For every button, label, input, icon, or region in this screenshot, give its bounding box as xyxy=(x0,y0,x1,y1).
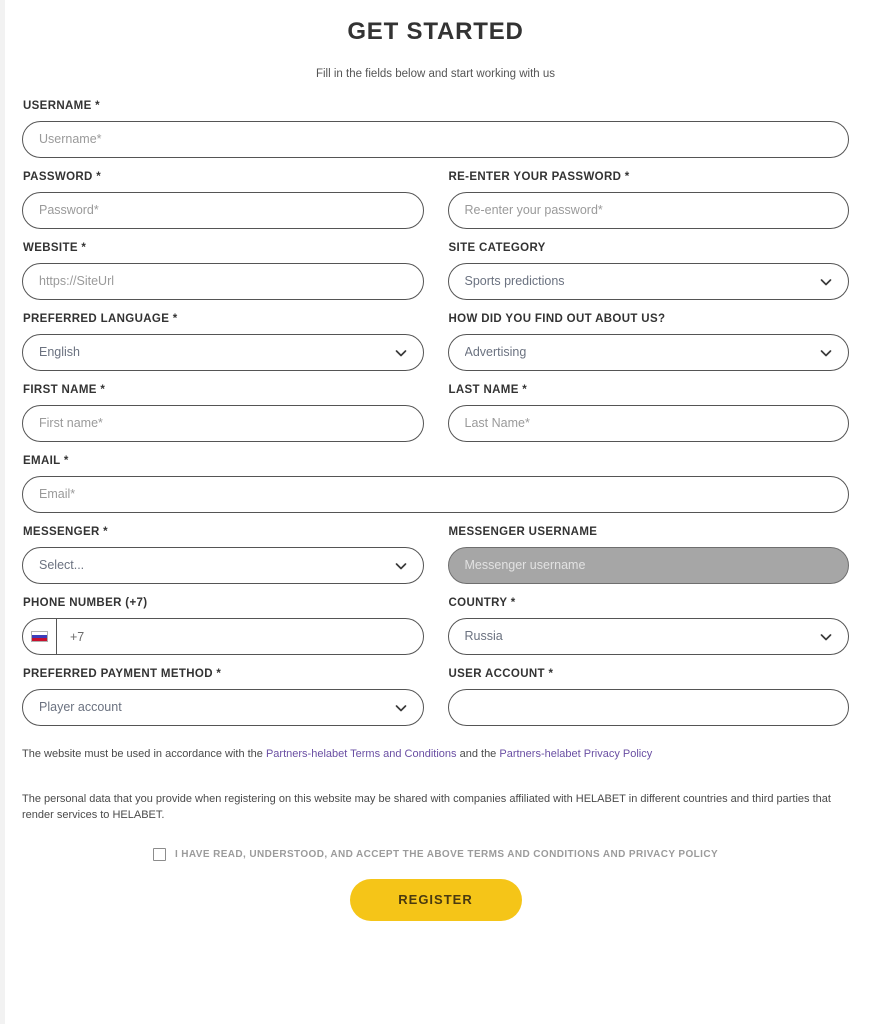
submit-section: REGISTER xyxy=(15,878,856,921)
username-input[interactable]: Username* xyxy=(22,121,849,158)
preferred-language-value: English xyxy=(39,346,80,359)
password-confirm-placeholder: Re-enter your password* xyxy=(464,204,603,217)
field-username: USERNAME * Username* xyxy=(22,100,849,158)
user-account-input[interactable] xyxy=(447,689,849,726)
password-placeholder: Password* xyxy=(39,204,99,217)
chevron-down-icon xyxy=(819,346,833,360)
privacy-policy-link[interactable]: Partners-helabet Privacy Policy xyxy=(499,748,652,760)
messenger-username-input: Messenger username xyxy=(447,547,849,584)
terms-and-conditions-link[interactable]: Partners-helabet Terms and Conditions xyxy=(266,748,457,760)
field-find-out: HOW DID YOU FIND OUT ABOUT US? Advertisi… xyxy=(447,313,849,371)
messenger-label: MESSENGER * xyxy=(23,526,109,538)
chevron-down-icon xyxy=(394,701,408,715)
website-input[interactable]: https://SiteUrl xyxy=(22,263,424,300)
site-category-select[interactable]: Sports predictions xyxy=(447,263,849,300)
form-row-website-category: WEBSITE * https://SiteUrl SITE CATEGORY … xyxy=(22,242,849,300)
field-email: EMAIL * Email* xyxy=(22,455,849,513)
form-row-username: USERNAME * Username* xyxy=(22,100,849,158)
field-preferred-language: PREFERRED LANGUAGE * English xyxy=(22,313,424,371)
last-name-placeholder: Last Name* xyxy=(464,417,530,430)
website-label: WEBSITE * xyxy=(23,242,87,254)
chevron-down-icon xyxy=(394,346,408,360)
form-row-language-referral: PREFERRED LANGUAGE * English HOW DID YOU… xyxy=(22,313,849,371)
country-code-selector[interactable] xyxy=(23,619,57,654)
field-last-name: LAST NAME * Last Name* xyxy=(447,384,849,442)
username-label: USERNAME * xyxy=(23,100,100,112)
find-out-label: HOW DID YOU FIND OUT ABOUT US? xyxy=(448,313,666,325)
field-site-category: SITE CATEGORY Sports predictions xyxy=(447,242,849,300)
messenger-username-placeholder: Messenger username xyxy=(464,559,586,572)
field-password-confirm: RE-ENTER YOUR PASSWORD * Re-enter your p… xyxy=(447,171,849,229)
registration-page: GET STARTED Fill in the fields below and… xyxy=(0,0,871,921)
first-name-label: FIRST NAME * xyxy=(23,384,106,396)
preferred-language-label: PREFERRED LANGUAGE * xyxy=(23,313,178,325)
payment-method-value: Player account xyxy=(39,701,122,714)
form-row-phone-country: PHONE NUMBER (+7) +7 COUNTRY * Russia xyxy=(22,597,849,655)
messenger-username-label: MESSENGER USERNAME xyxy=(448,526,598,538)
page-subtitle: Fill in the fields below and start worki… xyxy=(315,68,556,80)
email-label: EMAIL * xyxy=(23,455,69,467)
find-out-value: Advertising xyxy=(464,346,527,359)
field-website: WEBSITE * https://SiteUrl xyxy=(22,242,424,300)
legal-text-part2: and the xyxy=(456,748,500,760)
password-confirm-input[interactable]: Re-enter your password* xyxy=(447,192,849,229)
messenger-select[interactable]: Select... xyxy=(22,547,424,584)
country-select[interactable]: Russia xyxy=(447,618,849,655)
field-messenger-username: MESSENGER USERNAME Messenger username xyxy=(447,526,849,584)
legal-data-sharing-text: The personal data that you provide when … xyxy=(22,792,831,822)
password-confirm-label: RE-ENTER YOUR PASSWORD * xyxy=(448,171,630,183)
form-row-messenger: MESSENGER * Select... MESSENGER USERNAME… xyxy=(22,526,849,584)
chevron-down-icon xyxy=(394,559,408,573)
field-first-name: FIRST NAME * First name* xyxy=(22,384,424,442)
consent-row: I HAVE READ, UNDERSTOOD, AND ACCEPT THE … xyxy=(15,847,856,861)
form-row-passwords: PASSWORD * Password* RE-ENTER YOUR PASSW… xyxy=(22,171,849,229)
form-row-email: EMAIL * Email* xyxy=(22,455,849,513)
phone-input[interactable]: +7 xyxy=(22,618,424,655)
first-name-placeholder: First name* xyxy=(39,417,103,430)
chevron-down-icon xyxy=(819,630,833,644)
field-messenger: MESSENGER * Select... xyxy=(22,526,424,584)
field-phone: PHONE NUMBER (+7) +7 xyxy=(22,597,424,655)
email-placeholder: Email* xyxy=(39,488,76,501)
username-placeholder: Username* xyxy=(39,133,102,146)
messenger-value: Select... xyxy=(39,559,85,572)
first-name-input[interactable]: First name* xyxy=(22,405,424,442)
last-name-input[interactable]: Last Name* xyxy=(447,405,849,442)
phone-label: PHONE NUMBER (+7) xyxy=(23,597,148,609)
preferred-language-select[interactable]: English xyxy=(22,334,424,371)
page-header: GET STARTED Fill in the fields below and… xyxy=(15,0,856,80)
terms-consent-label: I HAVE READ, UNDERSTOOD, AND ACCEPT THE … xyxy=(174,848,719,860)
russia-flag-icon xyxy=(31,631,48,642)
password-label: PASSWORD * xyxy=(23,171,102,183)
payment-method-select[interactable]: Player account xyxy=(22,689,424,726)
terms-consent-checkbox[interactable] xyxy=(152,847,166,861)
website-placeholder: https://SiteUrl xyxy=(39,275,115,288)
last-name-label: LAST NAME * xyxy=(448,384,528,396)
page-title: GET STARTED xyxy=(347,18,524,45)
email-input[interactable]: Email* xyxy=(22,476,849,513)
country-value: Russia xyxy=(464,630,503,643)
site-category-label: SITE CATEGORY xyxy=(448,242,546,254)
site-category-value: Sports predictions xyxy=(464,275,565,288)
legal-section: The website must be used in accordance w… xyxy=(15,746,856,824)
user-account-label: USER ACCOUNT * xyxy=(448,668,554,680)
register-button[interactable]: REGISTER xyxy=(349,878,522,921)
payment-method-label: PREFERRED PAYMENT METHOD * xyxy=(23,668,222,680)
legal-text-part1: The website must be used in accordance w… xyxy=(22,748,266,760)
chevron-down-icon xyxy=(819,275,833,289)
field-payment-method: PREFERRED PAYMENT METHOD * Player accoun… xyxy=(22,668,424,726)
find-out-select[interactable]: Advertising xyxy=(447,334,849,371)
registration-form: USERNAME * Username* PASSWORD * Password… xyxy=(15,100,856,726)
form-row-names: FIRST NAME * First name* LAST NAME * Las… xyxy=(22,384,849,442)
field-password: PASSWORD * Password* xyxy=(22,171,424,229)
password-input[interactable]: Password* xyxy=(22,192,424,229)
field-user-account: USER ACCOUNT * xyxy=(447,668,849,726)
form-row-payment-account: PREFERRED PAYMENT METHOD * Player accoun… xyxy=(22,668,849,726)
phone-value: +7 xyxy=(70,629,85,644)
field-country: COUNTRY * Russia xyxy=(447,597,849,655)
country-label: COUNTRY * xyxy=(448,597,516,609)
legal-terms-line: The website must be used in accordance w… xyxy=(22,746,849,763)
